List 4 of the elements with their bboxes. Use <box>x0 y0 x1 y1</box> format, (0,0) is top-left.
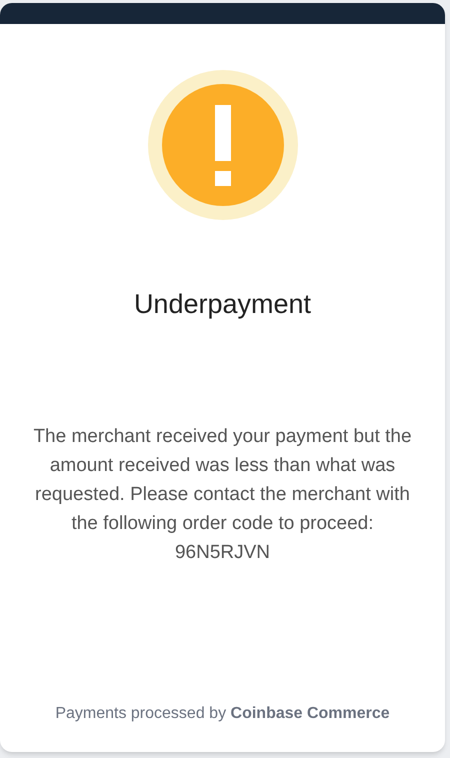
status-title: Underpayment <box>132 288 312 321</box>
order-code: 96N5RJVN <box>174 541 270 565</box>
status-message: The merchant received your payment but the amount received was less than what was requested. Please contact the merchant with the following order code to proceed: <box>32 425 413 536</box>
footer-text: Payments processed by Coinbase Commerce <box>54 704 391 724</box>
